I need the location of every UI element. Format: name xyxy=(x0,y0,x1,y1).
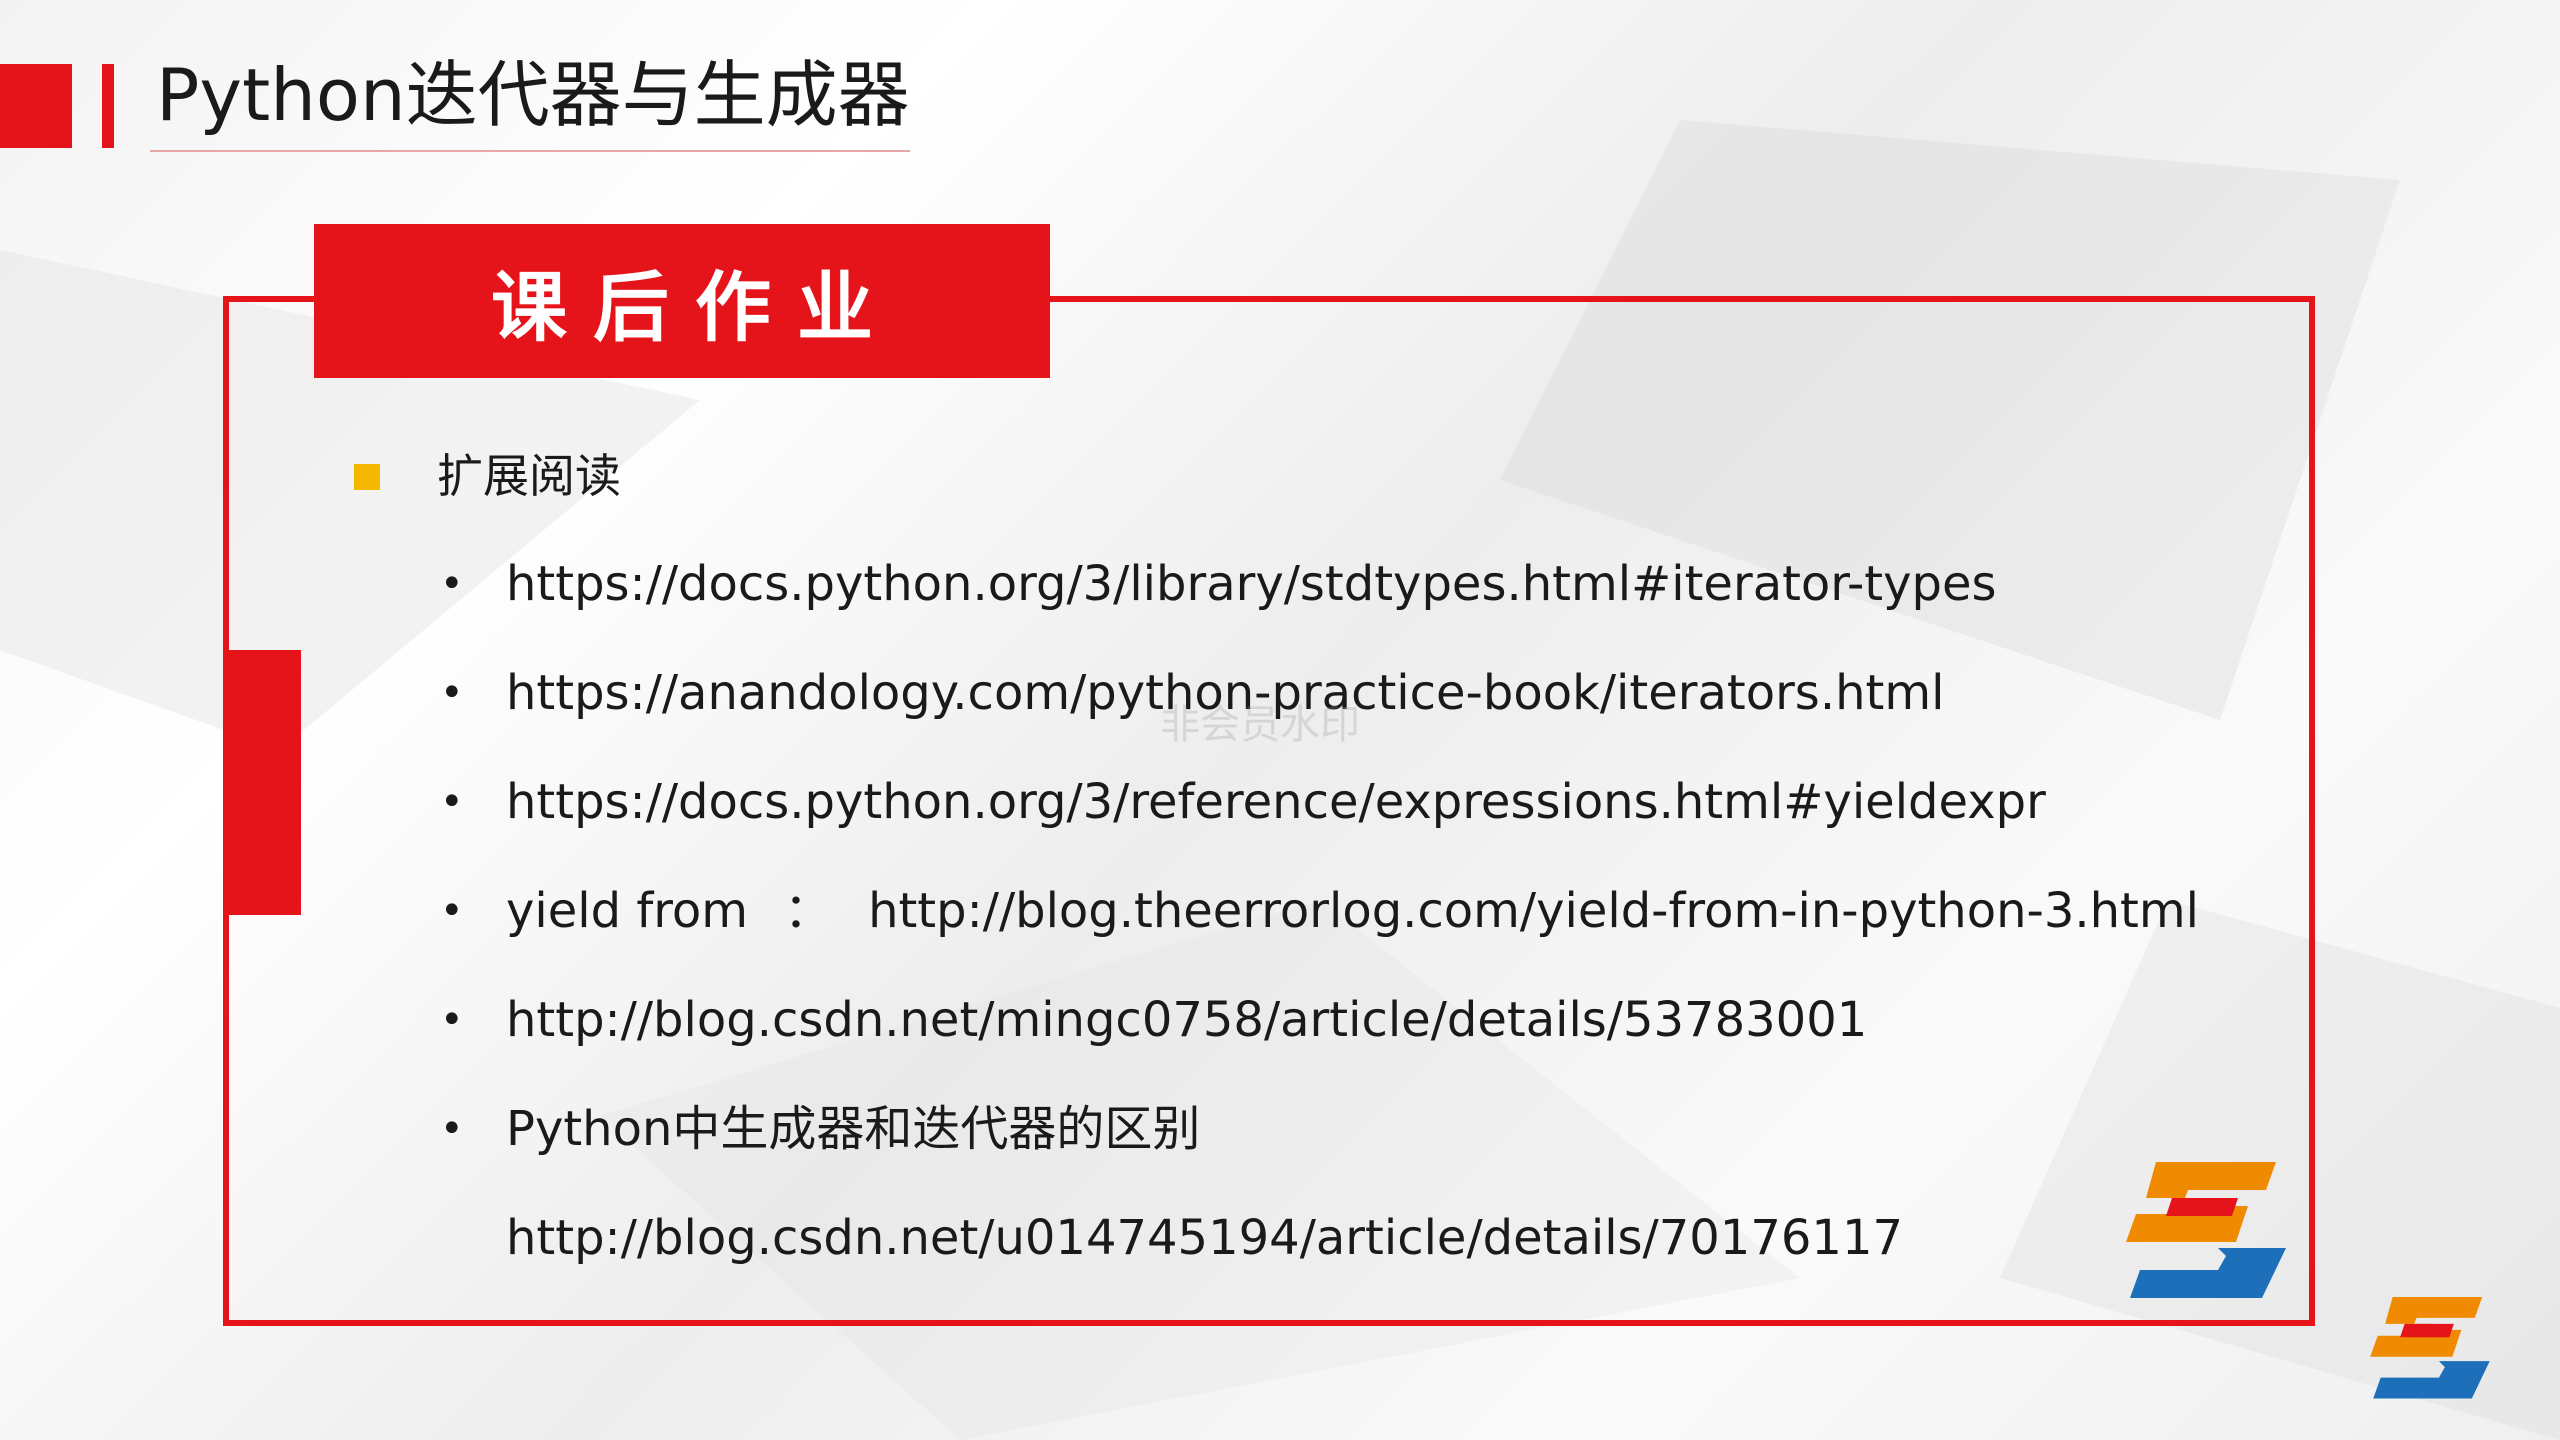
bullet-dot-icon: • xyxy=(440,561,464,607)
reading-link[interactable]: http://blog.csdn.net/mingc0758/article/d… xyxy=(506,992,1867,1048)
reading-link[interactable]: https://docs.python.org/3/reference/expr… xyxy=(506,774,2046,830)
label-separator: ： xyxy=(784,883,833,939)
list-item: • https://docs.python.org/3/library/stdt… xyxy=(440,548,2220,657)
reading-link[interactable]: https://docs.python.org/3/library/stdtyp… xyxy=(506,556,1997,612)
bullet-dot-icon: • xyxy=(440,888,464,934)
sj-logo-icon xyxy=(2370,1296,2490,1399)
reading-link[interactable]: http://blog.csdn.net/u014745194/article/… xyxy=(506,1210,1903,1266)
side-accent-bar xyxy=(223,650,301,915)
bullet-dot-icon: • xyxy=(440,1106,464,1152)
link-label: yield from xyxy=(506,883,749,939)
bullet-dot-icon: • xyxy=(440,997,464,1043)
bullet-square-icon xyxy=(354,464,380,490)
bullet-dot-icon: • xyxy=(440,670,464,716)
reading-link-list: • https://docs.python.org/3/library/stdt… xyxy=(440,548,2220,1311)
list-item: • yield from ： http://blog.theerrorlog.com… xyxy=(440,875,2220,984)
header-accent-bar xyxy=(102,64,114,148)
bullet-dot-icon: • xyxy=(440,779,464,825)
page-title: Python迭代器与生成器 xyxy=(156,53,910,137)
list-item-continuation: http://blog.csdn.net/u014745194/article/… xyxy=(440,1202,2220,1311)
section-subheading: 扩展阅读 xyxy=(437,449,621,503)
section-banner: 课后作业 xyxy=(314,224,1050,378)
sj-logo-icon xyxy=(2126,1162,2286,1298)
title-underline xyxy=(150,150,910,152)
list-item: • https://docs.python.org/3/reference/ex… xyxy=(440,766,2220,875)
link-title: Python中生成器和迭代器的区别 xyxy=(506,1101,1201,1157)
header-accent-square xyxy=(0,64,72,148)
reading-link[interactable]: http://blog.theerrorlog.com/yield-from-i… xyxy=(868,883,2199,939)
list-item: • http://blog.csdn.net/mingc0758/article… xyxy=(440,984,2220,1093)
watermark: 非会员水印 xyxy=(1160,702,1360,748)
list-item: • Python中生成器和迭代器的区别 xyxy=(440,1093,2220,1202)
